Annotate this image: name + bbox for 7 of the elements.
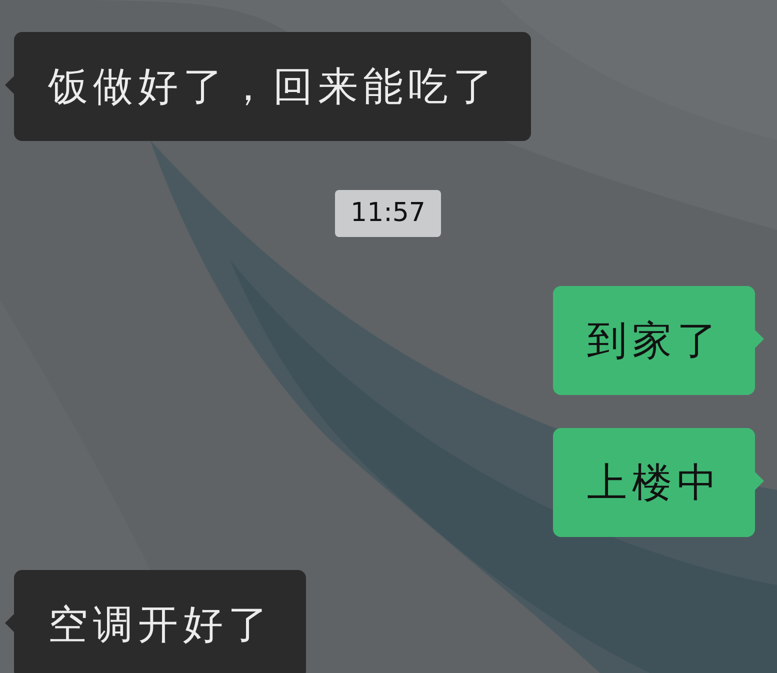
- message-bubble: 饭做好了，回来能吃了: [14, 32, 531, 141]
- message-bubble: 上楼中: [553, 428, 755, 537]
- timestamp: 11:57: [334, 190, 442, 237]
- bubble-tail: [755, 330, 764, 348]
- message-bubble: 空调开好了: [14, 570, 306, 673]
- bubble-tail: [755, 472, 764, 490]
- message-bubble: 到家了: [553, 286, 755, 395]
